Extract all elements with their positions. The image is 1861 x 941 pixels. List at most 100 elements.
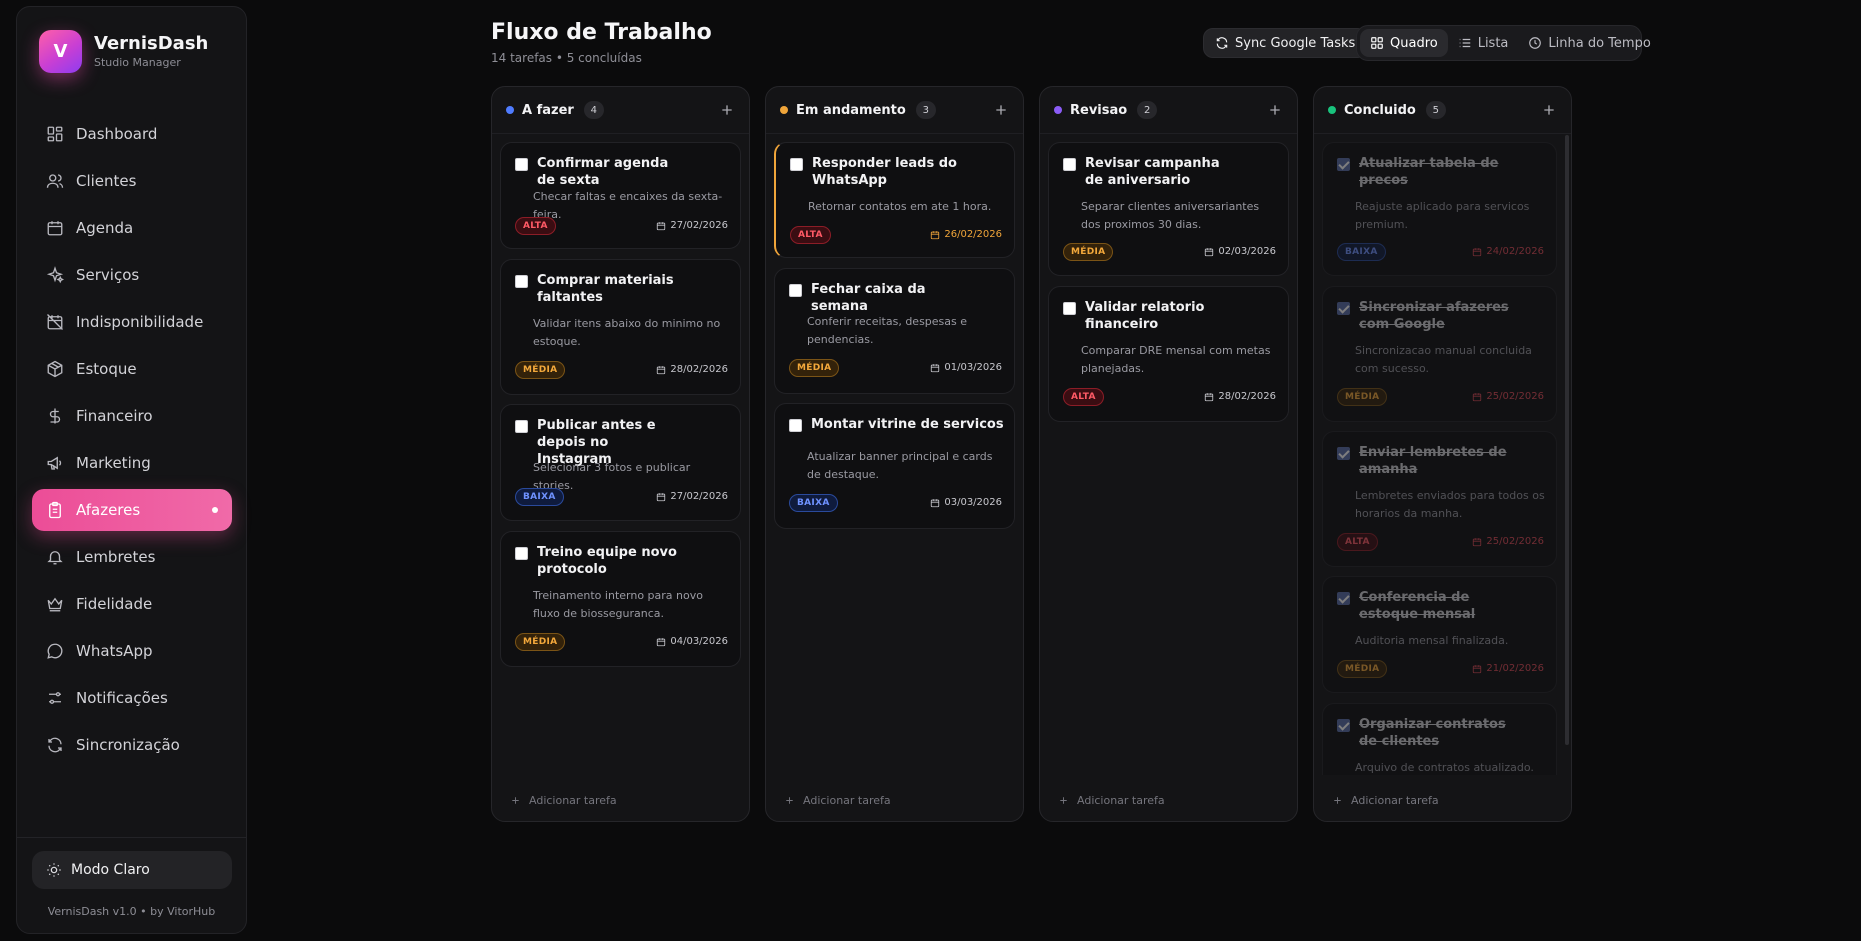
sidebar-item-clientes[interactable]: Clientes (32, 160, 232, 202)
theme-toggle-label: Modo Claro (71, 862, 150, 878)
task-card[interactable]: Enviar lembretes de amanha Lembretes env… (1322, 431, 1557, 567)
view-quadro-button[interactable]: Quadro (1360, 29, 1448, 57)
column-header: A fazer 4 (492, 87, 749, 134)
due-date: 26/02/2026 (930, 229, 1002, 240)
task-description: Atualizar banner principal e cards de de… (807, 450, 993, 481)
task-card[interactable]: Sincronizar afazeres com Google Sincroni… (1322, 286, 1557, 422)
task-description: Checar faltas e encaixes da sexta-feira. (533, 190, 723, 221)
sidebar-item-label: Estoque (76, 360, 137, 378)
column-body: Responder leads do WhatsApp Retornar con… (774, 142, 1015, 775)
column-header: Concluido 5 (1314, 87, 1571, 134)
task-checkbox[interactable] (1337, 719, 1350, 732)
due-date-text: 03/03/2026 (944, 497, 1002, 508)
task-card[interactable]: Validar relatorio financeiro Comparar DR… (1048, 286, 1289, 422)
view-lista-button[interactable]: Lista (1448, 29, 1519, 57)
plus-icon[interactable] (993, 102, 1009, 118)
task-checkbox[interactable] (790, 158, 803, 171)
task-description: Selecionar 3 fotos e publicar stories. (533, 461, 691, 492)
priority-badge: MÉDIA (515, 633, 566, 651)
task-card[interactable]: Publicar antes e depois no Instagram Sel… (500, 404, 741, 521)
plus-icon[interactable] (1541, 102, 1557, 118)
column-scrollbar[interactable] (1565, 135, 1569, 745)
column-revisao: Revisao 2 Revisar campanha de aniversari… (1039, 86, 1298, 822)
column-count-badge: 4 (583, 101, 604, 119)
grid-icon (47, 126, 63, 142)
task-checkbox[interactable] (1063, 302, 1076, 315)
package-icon (47, 360, 63, 378)
task-card[interactable]: Comprar materiais faltantes Validar iten… (500, 259, 741, 395)
plus-icon[interactable] (1267, 102, 1283, 118)
add-task-button[interactable]: Adicionar tarefa (784, 794, 891, 807)
task-checkbox[interactable] (515, 547, 528, 560)
refresh-icon (1216, 37, 1228, 49)
due-date: 28/02/2026 (1204, 391, 1276, 402)
calendar-icon (1473, 247, 1482, 256)
sidebar-item-dashboard[interactable]: Dashboard (32, 113, 232, 155)
view-switcher: Quadro Lista Linha do Tempo (1356, 25, 1651, 61)
task-checkbox[interactable] (1337, 447, 1350, 460)
due-date: 25/02/2026 (1472, 391, 1544, 402)
task-checkbox[interactable] (1337, 158, 1350, 171)
task-card[interactable]: Montar vitrine de servicos Atualizar ban… (774, 403, 1015, 529)
task-card[interactable]: Conferencia de estoque mensal Auditoria … (1322, 576, 1557, 693)
priority-badge: MÉDIA (1337, 388, 1388, 406)
task-checkbox[interactable] (515, 158, 528, 171)
sidebar-item-marketing[interactable]: Marketing (32, 442, 232, 484)
calendar-icon (1473, 537, 1482, 546)
view-timeline-button[interactable]: Linha do Tempo (1518, 29, 1660, 57)
due-date: 21/02/2026 (1472, 663, 1544, 674)
status-dot (506, 106, 514, 114)
task-checkbox[interactable] (789, 419, 802, 432)
due-date: 27/02/2026 (656, 220, 728, 231)
sidebar-item-agenda[interactable]: Agenda (32, 207, 232, 249)
add-task-button[interactable]: Adicionar tarefa (1058, 794, 1165, 807)
task-card[interactable]: Atualizar tabela de precos Reajuste apli… (1322, 142, 1557, 276)
sidebar-divider (17, 837, 246, 838)
task-description: Arquivo de contratos atualizado. (1355, 761, 1534, 774)
task-card[interactable]: Organizar contratos de clientes Arquivo … (1322, 703, 1557, 775)
task-card[interactable]: Confirmar agenda de sexta Checar faltas … (500, 142, 741, 249)
task-checkbox[interactable] (515, 420, 528, 433)
task-checkbox[interactable] (1063, 158, 1076, 171)
priority-badge: MÉDIA (1063, 243, 1114, 261)
task-card[interactable]: Revisar campanha de aniversario Separar … (1048, 142, 1289, 276)
sidebar-item-sincronizacao[interactable]: Sincronização (32, 724, 232, 766)
calendar-off-icon (47, 314, 63, 330)
plus-icon[interactable] (719, 102, 735, 118)
brand-subtitle: Studio Manager (94, 56, 181, 69)
task-checkbox[interactable] (789, 284, 802, 297)
task-description: Reajuste aplicado para servicos premium. (1355, 200, 1530, 231)
sidebar-item-notificacoes[interactable]: Notificações (32, 677, 232, 719)
sidebar-item-label: Financeiro (76, 407, 153, 425)
task-checkbox[interactable] (515, 275, 528, 288)
brand[interactable]: V VernisDash Studio Manager (39, 30, 208, 73)
add-task-button[interactable]: Adicionar tarefa (510, 794, 617, 807)
brand-logo: V (39, 30, 82, 73)
column-title: A fazer (522, 102, 574, 118)
task-title: Sincronizar afazeres com Google (1359, 300, 1509, 332)
task-card[interactable]: Responder leads do WhatsApp Retornar con… (774, 142, 1015, 258)
column-header: Revisao 2 (1040, 87, 1297, 134)
task-card[interactable]: Treino equipe novo protocolo Treinamento… (500, 531, 741, 667)
sidebar-item-fidelidade[interactable]: Fidelidade (32, 583, 232, 625)
sync-google-tasks-button[interactable]: Sync Google Tasks (1203, 28, 1368, 58)
task-checkbox[interactable] (1337, 302, 1350, 315)
sidebar-item-lembretes[interactable]: Lembretes (32, 536, 232, 578)
task-description: Sincronizacao manual concluida com suces… (1355, 344, 1532, 375)
sidebar-item-label: Afazeres (76, 501, 141, 519)
sidebar-item-estoque[interactable]: Estoque (32, 348, 232, 390)
sidebar-item-servicos[interactable]: Serviços (32, 254, 232, 296)
sidebar-item-afazeres[interactable]: Afazeres (32, 489, 232, 531)
task-checkbox[interactable] (1337, 592, 1350, 605)
sidebar-item-whatsapp[interactable]: WhatsApp (32, 630, 232, 672)
sidebar-item-label: Clientes (76, 172, 137, 190)
due-date: 28/02/2026 (656, 364, 728, 375)
sidebar-item-indisponibilidade[interactable]: Indisponibilidade (32, 301, 232, 343)
theme-toggle-button[interactable]: Modo Claro (32, 851, 232, 889)
due-date-text: 21/02/2026 (1486, 663, 1544, 674)
sidebar-item-label: Fidelidade (76, 595, 153, 613)
add-task-button[interactable]: Adicionar tarefa (1332, 794, 1439, 807)
task-card[interactable]: Fechar caixa da semana Conferir receitas… (774, 268, 1015, 394)
sidebar-item-financeiro[interactable]: Financeiro (32, 395, 232, 437)
priority-badge: ALTA (790, 226, 831, 244)
